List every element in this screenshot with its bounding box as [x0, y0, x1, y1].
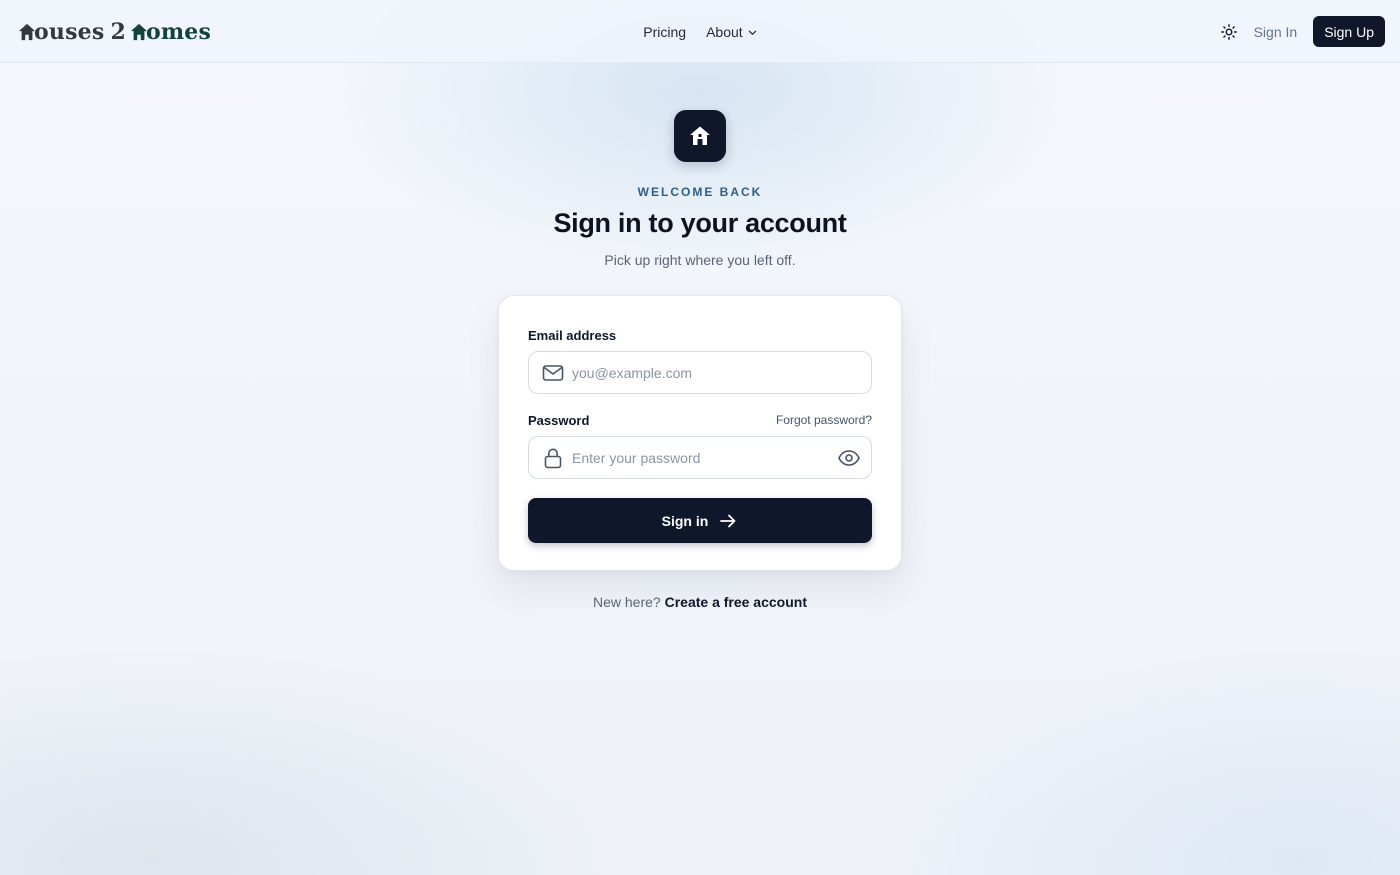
password-field	[528, 436, 872, 479]
nav-about-label: About	[706, 23, 743, 40]
mail-icon	[542, 362, 564, 384]
lock-icon	[542, 447, 564, 469]
sign-in-form: Email address Password Forgot password?	[498, 295, 902, 571]
email-input[interactable]	[572, 352, 871, 393]
page-subtitle: Pick up right where you left off.	[604, 252, 796, 268]
new-here-text: New here?	[593, 594, 661, 610]
password-input[interactable]	[572, 437, 837, 478]
arrow-right-icon	[720, 514, 736, 527]
email-label: Email address	[528, 328, 617, 343]
create-account-prompt: New here? Create a free account	[0, 594, 1400, 610]
chevron-down-icon	[748, 30, 756, 35]
eye-icon	[838, 449, 860, 466]
header-sign-up-button[interactable]: Sign Up	[1313, 16, 1385, 47]
toggle-password-visibility-button[interactable]	[837, 446, 861, 470]
logo-text-number: 2	[110, 19, 126, 45]
nav-about-dropdown[interactable]: About	[706, 24, 757, 40]
home-icon	[690, 126, 710, 145]
email-field	[528, 351, 872, 394]
house-roof-icon	[130, 23, 148, 41]
header-sign-in-link[interactable]: Sign In	[1254, 24, 1298, 40]
eyebrow-text: WELCOME BACK	[637, 185, 763, 199]
header-actions: Sign In Sign Up	[1220, 16, 1385, 47]
brand-logo[interactable]: ouses 2 omes	[18, 16, 211, 48]
logo-text-part1: ouses	[34, 19, 105, 45]
theme-toggle-button[interactable]	[1220, 23, 1237, 40]
forgot-password-link[interactable]: Forgot password?	[776, 413, 872, 427]
page-title: Sign in to your account	[553, 208, 847, 238]
create-account-link[interactable]: Create a free account	[665, 594, 807, 610]
nav-pricing-link[interactable]: Pricing	[643, 24, 686, 40]
logo-text-part2: omes	[145, 19, 212, 45]
house-roof-icon	[18, 23, 36, 41]
sign-in-submit-button[interactable]: Sign in	[528, 498, 872, 543]
sun-icon	[1220, 23, 1237, 40]
nav-pricing-label: Pricing	[643, 23, 687, 40]
top-navbar: ouses 2 omes Pricing About Sign In Sign …	[0, 0, 1400, 63]
password-label: Password	[528, 413, 590, 428]
brand-badge	[674, 110, 726, 162]
sign-in-submit-label: Sign in	[661, 512, 709, 529]
